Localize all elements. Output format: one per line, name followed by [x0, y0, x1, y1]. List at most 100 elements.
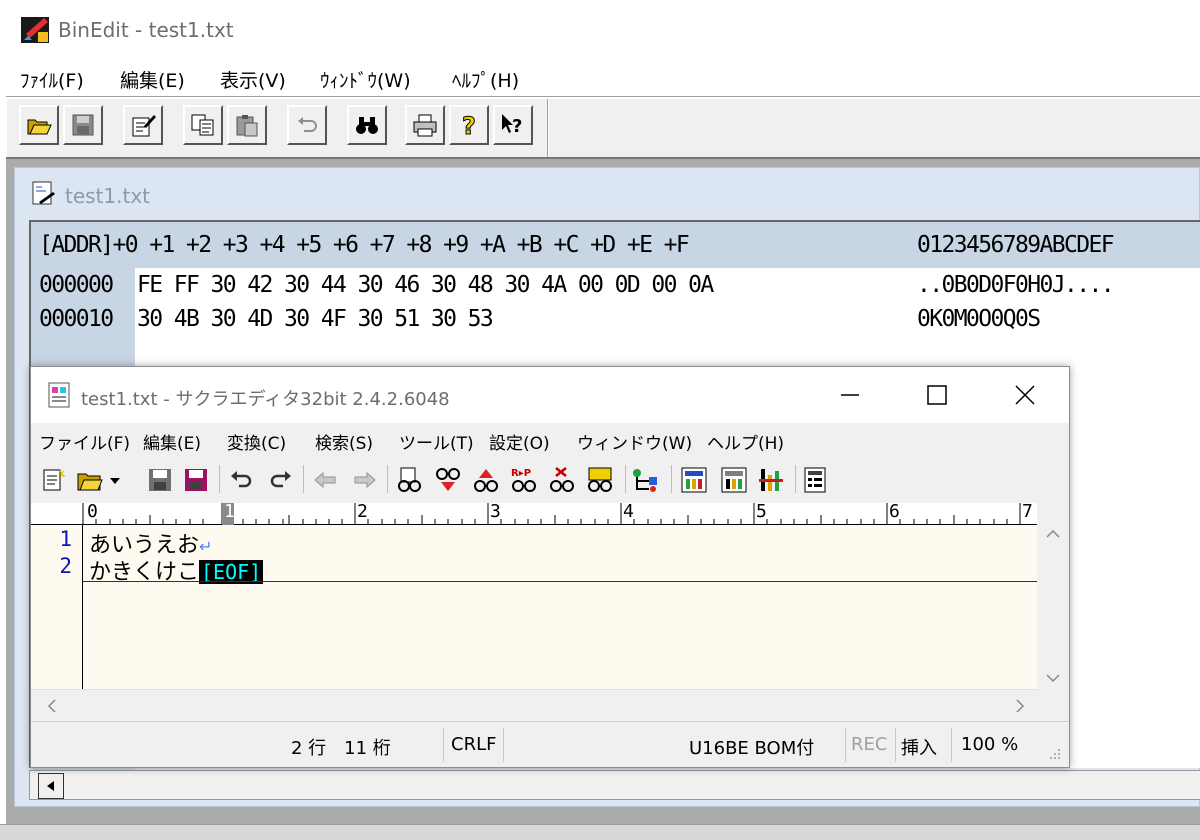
- ascii-header: 0123456789ABCDEF: [917, 232, 1115, 258]
- menu-edit[interactable]: 編集(E): [120, 66, 185, 93]
- sakura-toolbar: R▸P: [31, 459, 1069, 499]
- menu-window[interactable]: ｳｨﾝﾄﾞｳ(W): [320, 66, 411, 93]
- status-separator: [503, 728, 504, 762]
- line-ending[interactable]: CRLF: [451, 734, 496, 755]
- row-hex-bytes[interactable]: 30 4B 30 4D 30 4F 30 51 30 53: [137, 306, 494, 332]
- menu-view[interactable]: 表示(V): [220, 66, 286, 93]
- status-bar: 2 行 11 桁 CRLF U16BE BOM付 REC 挿入 100 %: [31, 721, 1069, 767]
- close-icon: [1015, 385, 1035, 405]
- horizontal-scrollbar[interactable]: [29, 770, 1200, 800]
- status-separator: [951, 728, 952, 762]
- edit-document-icon: [132, 115, 156, 137]
- replace-icon[interactable]: R▸P: [509, 465, 539, 495]
- resize-grip-icon[interactable]: [1045, 746, 1063, 764]
- binedit-toolbar: ? ?: [6, 99, 1200, 157]
- macro-record-indicator[interactable]: REC: [851, 734, 887, 755]
- status-separator: [895, 728, 896, 762]
- open-button[interactable]: [19, 105, 59, 145]
- ruler-number: 4: [623, 501, 634, 522]
- menu-help[interactable]: ﾍﾙﾌﾟ(H): [452, 66, 519, 93]
- row-ascii[interactable]: ..0B0D0F0H0J....: [917, 272, 1115, 298]
- save-all-icon[interactable]: [181, 465, 211, 495]
- ruler-number: 1: [224, 501, 235, 522]
- menu-file[interactable]: ファイル(F): [39, 429, 130, 454]
- save-button[interactable]: [63, 105, 103, 145]
- ruler-number: 6: [889, 501, 900, 522]
- redo-icon[interactable]: [265, 465, 295, 495]
- common-settings-icon[interactable]: [679, 465, 709, 495]
- context-help-icon: ?: [502, 114, 522, 137]
- ruler-number: 2: [357, 501, 368, 522]
- window-list-icon[interactable]: [801, 465, 831, 495]
- hex-offset-header: [ADDR]+0 +1 +2 +3 +4 +5 +6 +7 +8 +9 +A +…: [39, 232, 690, 258]
- sakura-title: test1.txt - サクラエディタ32bit 2.4.2.6048: [81, 389, 450, 410]
- menu-help[interactable]: ヘルプ(H): [707, 429, 784, 454]
- open-folder-icon[interactable]: [75, 465, 105, 495]
- print-button[interactable]: [405, 105, 445, 145]
- svg-text:?: ?: [512, 116, 522, 137]
- status-separator: [845, 728, 846, 762]
- context-help-button[interactable]: ?: [493, 105, 533, 145]
- maximize-button[interactable]: [893, 367, 981, 423]
- menu-window[interactable]: ウィンドウ(W): [577, 429, 692, 454]
- svg-text:?: ?: [462, 112, 476, 138]
- menu-search[interactable]: 検索(S): [315, 429, 373, 454]
- save-icon[interactable]: [145, 465, 175, 495]
- binedit-menubar: ﾌｧｲﾙ(F) 編集(E) 表示(V) ｳｨﾝﾄﾞｳ(W) ﾍﾙﾌﾟ(H): [0, 58, 1200, 96]
- vertical-scrollbar[interactable]: [1037, 503, 1069, 689]
- menu-convert[interactable]: 変換(C): [227, 429, 286, 454]
- undo-icon[interactable]: [227, 465, 257, 495]
- minimize-icon: [841, 394, 859, 396]
- menu-file[interactable]: ﾌｧｲﾙ(F): [20, 66, 84, 93]
- minimize-button[interactable]: [805, 367, 893, 423]
- copy-icon: [191, 114, 214, 136]
- help-button[interactable]: ?: [449, 105, 489, 145]
- undo-icon: [298, 117, 317, 132]
- hex-column-header: [ADDR]+0 +1 +2 +3 +4 +5 +6 +7 +8 +9 +A +…: [31, 222, 1200, 268]
- scroll-arrows-icon: [47, 699, 1025, 713]
- font-settings-icon[interactable]: [757, 465, 787, 495]
- zoom-level: 100 %: [961, 734, 1019, 755]
- menu-settings[interactable]: 設定(O): [489, 429, 550, 454]
- find-button[interactable]: [347, 105, 387, 145]
- search-prev-icon[interactable]: [471, 465, 501, 495]
- line-number: 2: [59, 554, 72, 578]
- menu-tools[interactable]: ツール(T): [399, 429, 474, 454]
- scroll-left-button[interactable]: [38, 773, 64, 799]
- menu-edit[interactable]: 編集(E): [143, 429, 201, 454]
- paste-icon: [236, 115, 258, 137]
- row-ascii[interactable]: 0K0M0O0Q0S: [917, 306, 1041, 332]
- hex-document-title: test1.txt: [65, 184, 151, 208]
- binedit-statusbar: [0, 824, 1200, 840]
- dropdown-arrow-icon[interactable]: [107, 465, 123, 495]
- search-next-icon[interactable]: [433, 465, 463, 495]
- clear-search-icon[interactable]: [547, 465, 577, 495]
- document-icon: [32, 181, 55, 205]
- undo-button[interactable]: [287, 105, 327, 145]
- edit-button[interactable]: [123, 105, 163, 145]
- jump-forward-icon[interactable]: [349, 465, 379, 495]
- search-icon[interactable]: [395, 465, 425, 495]
- text-editing-area[interactable]: 1 2 あいうえお↵ かきくけこ [EOF]: [31, 525, 1037, 689]
- ruler-number: 0: [87, 501, 98, 522]
- ruler-number: 5: [756, 501, 767, 522]
- new-file-icon[interactable]: [39, 465, 69, 495]
- row-hex-bytes[interactable]: FE FF 30 42 30 44 30 46 30 48 30 4A 00 0…: [137, 272, 714, 298]
- toolbar-separator: [795, 465, 796, 493]
- insert-mode[interactable]: 挿入: [901, 734, 937, 760]
- outline-icon[interactable]: [631, 465, 661, 495]
- jump-back-icon[interactable]: [311, 465, 341, 495]
- character-encoding[interactable]: U16BE BOM付: [689, 734, 814, 760]
- copy-button[interactable]: [183, 105, 223, 145]
- close-button[interactable]: [981, 367, 1069, 423]
- maximize-icon: [927, 385, 947, 405]
- horizontal-scrollbar[interactable]: [31, 689, 1037, 721]
- line-number: 1: [59, 527, 72, 551]
- paste-button[interactable]: [227, 105, 267, 145]
- binedit-title: BinEdit - test1.txt: [58, 18, 234, 42]
- open-folder-icon: [27, 119, 52, 135]
- help-icon: ?: [462, 112, 477, 138]
- toolbar-separator: [625, 465, 626, 493]
- type-settings-icon[interactable]: [719, 465, 749, 495]
- grep-icon[interactable]: [585, 465, 615, 495]
